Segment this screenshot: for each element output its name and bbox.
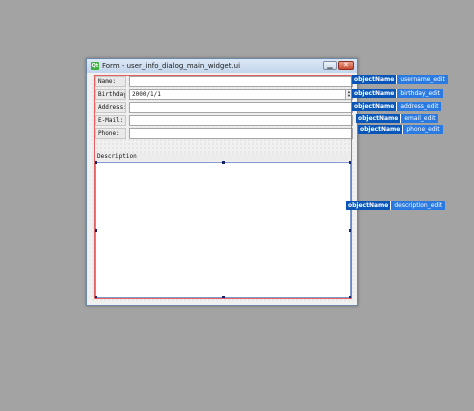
- birthday-edit[interactable]: 2000/1/1 ▲ ▼: [129, 89, 353, 100]
- description-label: Description: [95, 153, 351, 161]
- phone-edit[interactable]: [129, 128, 353, 139]
- birthday-label: Birthday:: [95, 89, 126, 100]
- resize-handle-bottom[interactable]: [222, 296, 225, 299]
- username-edit[interactable]: [129, 76, 353, 87]
- object-name-key: objectName: [358, 125, 403, 134]
- object-name-value: description_edit: [390, 201, 446, 210]
- object-name-tag-address: objectName address_edit: [352, 102, 442, 111]
- object-name-key: objectName: [346, 201, 391, 210]
- phone-row: Phone:: [95, 128, 353, 139]
- object-name-value: address_edit: [396, 102, 442, 111]
- close-button[interactable]: ✕: [338, 61, 354, 70]
- name-row: Name:: [95, 76, 353, 87]
- object-name-tag-birthday: objectName birthday_edit: [352, 89, 444, 98]
- email-row: E-Mail:: [95, 115, 353, 126]
- date-spinner[interactable]: ▲ ▼: [345, 90, 352, 99]
- object-name-value: email_edit: [400, 114, 439, 123]
- address-row: Address:: [95, 102, 353, 113]
- resize-handle-left[interactable]: [94, 229, 97, 232]
- window-title: Form - user_info_dialog_main_widget.ui: [102, 62, 241, 70]
- object-name-tag-phone: objectName phone_edit: [358, 125, 443, 134]
- description-edit[interactable]: [94, 161, 352, 299]
- address-edit[interactable]: [129, 102, 353, 113]
- birthday-value: 2000/1/1: [132, 91, 161, 98]
- resize-handle-top[interactable]: [222, 161, 225, 164]
- resize-handle-bottom-right[interactable]: [349, 296, 352, 299]
- minimize-button[interactable]: ▁: [323, 61, 337, 70]
- object-name-key: objectName: [352, 89, 397, 98]
- object-name-key: objectName: [356, 114, 401, 123]
- designer-form-window: Qt Form - user_info_dialog_main_widget.u…: [86, 58, 358, 306]
- object-name-key: objectName: [352, 102, 397, 111]
- email-edit[interactable]: [129, 115, 353, 126]
- object-name-key: objectName: [352, 75, 397, 84]
- resize-handle-top-right[interactable]: [349, 161, 352, 164]
- resize-handle-top-left[interactable]: [94, 161, 97, 164]
- birthday-row: Birthday: 2000/1/1 ▲ ▼: [95, 89, 353, 100]
- object-name-value: username_edit: [396, 75, 448, 84]
- form-canvas: Name: Birthday: 2000/1/1 ▲ ▼ Address: E-…: [91, 74, 353, 302]
- email-label: E-Mail:: [95, 115, 126, 126]
- name-label: Name:: [95, 76, 126, 87]
- object-name-tag-username: objectName username_edit: [352, 75, 448, 84]
- resize-handle-right[interactable]: [349, 229, 352, 232]
- phone-label: Phone:: [95, 128, 126, 139]
- address-label: Address:: [95, 102, 126, 113]
- qt-designer-icon: Qt: [91, 62, 99, 70]
- title-bar[interactable]: Qt Form - user_info_dialog_main_widget.u…: [87, 59, 357, 73]
- object-name-value: birthday_edit: [396, 89, 444, 98]
- object-name-value: phone_edit: [402, 125, 443, 134]
- resize-handle-bottom-left[interactable]: [94, 296, 97, 299]
- object-name-tag-description: objectName description_edit: [346, 201, 446, 210]
- object-name-tag-email: objectName email_edit: [356, 114, 439, 123]
